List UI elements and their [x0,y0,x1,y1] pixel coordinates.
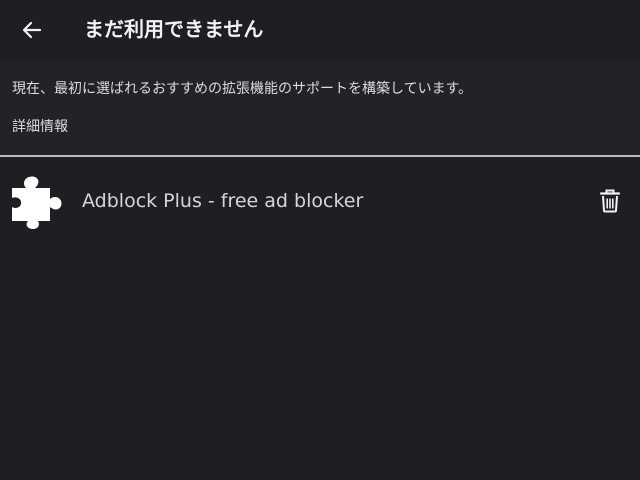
remove-extension-button[interactable] [594,185,626,217]
extension-name: Adblock Plus - free ad blocker [82,190,364,212]
notice-banner: 現在、最初に選ばれるおすすめの拡張機能のサポートを構築しています。 詳細情報 [0,60,640,156]
trash-icon [599,189,621,213]
app-window: まだ利用できません 現在、最初に選ばれるおすすめの拡張機能のサポートを構築してい… [0,0,640,480]
page-title: まだ利用できません [84,17,264,41]
learn-more-link[interactable]: 詳細情報 [12,117,68,137]
arrow-left-icon [22,21,42,39]
top-app-bar: まだ利用できません [0,0,640,60]
puzzle-piece-icon [12,176,62,229]
notice-message: 現在、最初に選ばれるおすすめの拡張機能のサポートを構築しています。 [12,81,473,97]
back-button[interactable] [14,12,50,48]
extension-list-item[interactable]: Adblock Plus - free ad blocker [0,157,640,245]
